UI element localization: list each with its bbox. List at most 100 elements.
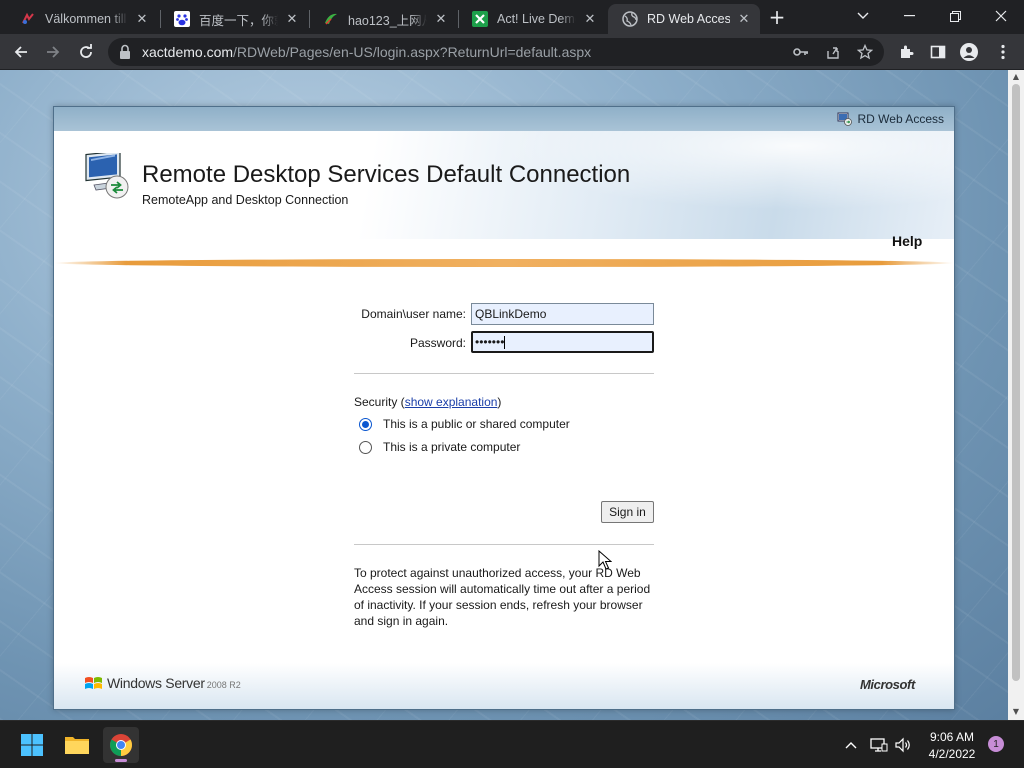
tab-title: RD Web Access (647, 12, 730, 26)
taskbar: 9:06 AM 4/2/2022 (0, 720, 1024, 768)
scrollbar-thumb[interactable] (1012, 84, 1020, 681)
scroll-up-arrow-icon[interactable]: ▲ (1012, 73, 1020, 81)
side-panel-icon[interactable] (925, 39, 951, 65)
rd-web-access-badge: RD Web Access (837, 112, 944, 126)
tab-title: hao123_上网从这 (348, 13, 427, 28)
tab-strip: Välkommen till X ✕ 百度一下，你就 ✕ hao123_上网从这… (0, 0, 1024, 34)
product-version: 2008 R2 (206, 680, 241, 690)
show-explanation-link[interactable]: show explanation (405, 395, 498, 409)
chrome-icon (110, 734, 132, 756)
baidu-favicon-icon (174, 11, 190, 27)
notification-badge[interactable]: 1 (988, 736, 1004, 752)
folder-icon (65, 737, 89, 754)
tab-title: Act! Live Demo (497, 12, 576, 26)
divider (354, 544, 654, 545)
close-icon[interactable]: ✕ (736, 11, 752, 27)
restore-button[interactable] (932, 0, 978, 32)
page-title: Remote Desktop Services Default Connecti… (142, 161, 631, 188)
security-line: Security (show explanation) (354, 395, 501, 409)
act-favicon-icon (20, 11, 36, 27)
username-value: QBLinkDemo (475, 307, 547, 321)
security-suffix: ) (497, 395, 502, 409)
minimize-button[interactable] (886, 0, 932, 32)
mouse-pointer-icon (598, 550, 612, 570)
microsoft-logo: Microsoft (860, 677, 915, 692)
remote-desktop-logo-icon (85, 153, 129, 199)
tab-valkommen[interactable]: Välkommen till X ✕ (6, 4, 158, 34)
password-input[interactable]: ••••••• (471, 331, 654, 353)
network-icon[interactable] (870, 737, 888, 753)
globe-icon (622, 11, 638, 27)
close-window-button[interactable] (978, 0, 1024, 32)
radio-private-computer[interactable]: This is a private computer (359, 440, 520, 454)
clock-time: 9:06 AM (929, 730, 975, 744)
windows-start-icon (21, 734, 43, 756)
text-caret (504, 336, 506, 350)
sign-in-button[interactable]: Sign in (601, 501, 654, 523)
close-icon[interactable]: ✕ (582, 11, 598, 27)
share-icon[interactable] (824, 43, 842, 61)
clock-date: 4/2/2022 (928, 747, 976, 761)
tray-chevron-up-icon[interactable] (842, 737, 860, 753)
address-bar[interactable]: xactdemo.com/RDWeb/Pages/en-US/login.asp… (108, 38, 884, 66)
key-icon[interactable] (792, 43, 810, 61)
reload-icon (80, 44, 92, 58)
close-icon[interactable]: ✕ (433, 11, 449, 27)
new-tab-button[interactable]: + (767, 7, 787, 27)
scroll-down-arrow-icon[interactable]: ▼ (1012, 708, 1020, 716)
tab-rd-web-access[interactable]: RD Web Access ✕ (608, 4, 760, 34)
forward-arrow-icon (47, 46, 60, 58)
back-button[interactable] (8, 39, 34, 65)
kebab-menu-icon[interactable] (990, 39, 1016, 65)
password-label: Password: (409, 336, 466, 350)
extensions-icon[interactable] (893, 39, 919, 65)
chrome-taskbar-button[interactable] (103, 727, 139, 763)
back-arrow-icon (14, 46, 27, 58)
product-name: Windows Server (107, 675, 205, 691)
rd-computer-icon (837, 112, 852, 126)
divider (354, 373, 654, 374)
url-text[interactable]: xactdemo.com/RDWeb/Pages/en-US/login.asp… (142, 44, 591, 60)
tab-baidu[interactable]: 百度一下，你就 ✕ (160, 4, 308, 34)
page-subtitle: RemoteApp and Desktop Connection (142, 193, 349, 207)
radio-label: This is a public or shared computer (383, 417, 570, 431)
panel-header: Remote Desktop Services Default Connecti… (54, 131, 954, 239)
tab-search-chevron-icon[interactable] (840, 0, 886, 32)
close-icon[interactable]: ✕ (284, 11, 300, 27)
orange-divider (54, 259, 954, 267)
lock-icon[interactable] (118, 44, 132, 60)
windows-server-logo: Windows Server 2008 R2 (84, 674, 241, 692)
file-explorer-button[interactable] (59, 727, 95, 763)
bookmark-star-icon[interactable] (856, 43, 874, 61)
browser-toolbar: xactdemo.com/RDWeb/Pages/en-US/login.asp… (0, 34, 1024, 70)
tab-act-live-demo[interactable]: Act! Live Demo ✕ (458, 4, 606, 34)
reload-button[interactable] (73, 39, 99, 65)
excel-favicon-icon (472, 11, 488, 27)
username-label: Domain\user name: (361, 307, 466, 321)
radio-button-selected[interactable] (359, 417, 372, 431)
radio-button[interactable] (359, 440, 372, 454)
username-input[interactable]: QBLinkDemo (471, 303, 654, 325)
system-clock[interactable]: 9:06 AM 4/2/2022 (922, 729, 982, 763)
radio-public-computer[interactable]: This is a public or shared computer (359, 417, 570, 431)
help-link[interactable]: Help (892, 233, 922, 249)
vertical-scrollbar[interactable]: ▲ ▼ (1008, 70, 1024, 720)
page-viewport: RD Web Access Remote Desktop Services De… (0, 70, 1024, 720)
volume-icon[interactable] (894, 737, 912, 753)
forward-button[interactable] (40, 39, 66, 65)
password-value: ••••••• (475, 335, 505, 349)
profile-avatar-icon[interactable] (956, 39, 982, 65)
rdwa-panel: RD Web Access Remote Desktop Services De… (53, 106, 955, 710)
tab-hao123[interactable]: hao123_上网从这 ✕ (309, 4, 457, 34)
active-app-indicator (115, 759, 127, 762)
windows-flag-icon (85, 677, 102, 689)
panel-topbar: RD Web Access (54, 107, 954, 131)
start-button[interactable] (14, 727, 50, 763)
radio-label: This is a private computer (383, 440, 521, 454)
tab-title: 百度一下，你就 (199, 13, 278, 28)
panel-footer: Windows Server 2008 R2 Microsoft (54, 663, 954, 709)
session-timeout-notice: To protect against unauthorized access, … (354, 566, 651, 628)
badge-label: RD Web Access (857, 112, 944, 126)
hao123-favicon-icon (323, 11, 339, 27)
close-icon[interactable]: ✕ (134, 11, 150, 27)
